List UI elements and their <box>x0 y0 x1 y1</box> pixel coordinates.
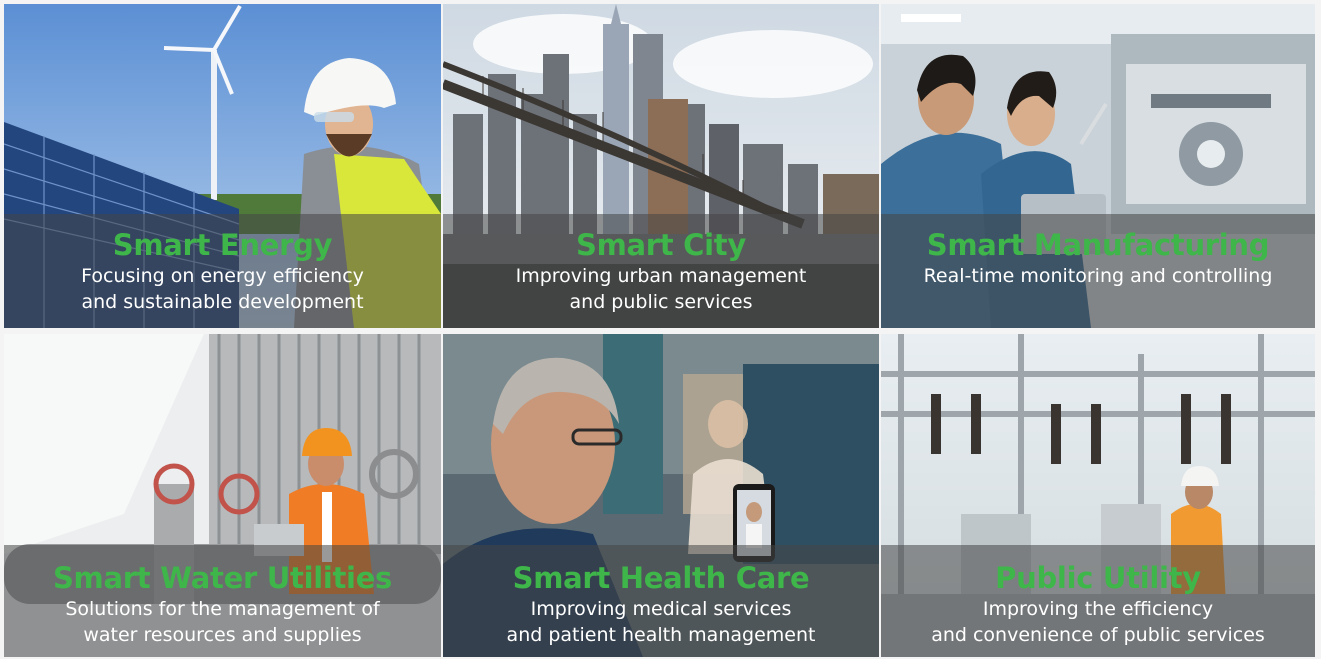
card-public-utility[interactable]: Public Utility Improving the efficiency … <box>881 334 1315 657</box>
card-smart-water-utilities[interactable]: Smart Water Utilities Solutions for the … <box>4 334 441 657</box>
caption-public-utility: Public Utility Improving the efficiency … <box>881 545 1315 657</box>
card-description-line: and public services <box>569 291 753 313</box>
card-title: Smart Water Utilities <box>52 561 393 595</box>
card-description-line: water resources and supplies <box>83 624 362 646</box>
card-description-line: and convenience of public services <box>931 624 1265 646</box>
card-description-line: Improving medical services <box>530 598 792 620</box>
caption-smart-health-care: Smart Health Care Improving medical serv… <box>443 545 879 657</box>
card-description-line: and sustainable development <box>81 291 364 313</box>
card-smart-manufacturing[interactable]: Smart Manufacturing Real-time monitoring… <box>881 4 1315 328</box>
card-description-line: and patient health management <box>506 624 816 646</box>
card-title: Smart Energy <box>112 228 333 262</box>
caption-smart-water-utilities: Smart Water Utilities Solutions for the … <box>4 545 441 657</box>
card-description-line: Focusing on energy efficiency <box>81 265 364 287</box>
card-title: Smart City <box>576 228 746 262</box>
card-title: Smart Manufacturing <box>926 228 1270 262</box>
card-description-line: Improving the efficiency <box>982 598 1214 620</box>
card-smart-city[interactable]: Smart City Improving urban management an… <box>443 4 879 328</box>
card-description: Real-time monitoring and controlling <box>881 263 1315 289</box>
caption-smart-city: Smart City Improving urban management an… <box>443 214 879 328</box>
card-title: Public Utility <box>995 561 1201 595</box>
caption-smart-energy: Smart Energy Focusing on energy efficien… <box>4 214 441 328</box>
card-description-line: Improving urban management <box>515 265 807 287</box>
card-description: Improving medical services and patient h… <box>443 596 879 648</box>
solutions-grid: Smart Energy Focusing on energy efficien… <box>4 4 1317 657</box>
card-smart-energy[interactable]: Smart Energy Focusing on energy efficien… <box>4 4 441 328</box>
card-smart-health-care[interactable]: Smart Health Care Improving medical serv… <box>443 334 879 657</box>
card-description-line: Solutions for the management of <box>65 598 380 620</box>
caption-smart-manufacturing: Smart Manufacturing Real-time monitoring… <box>881 214 1315 328</box>
card-description-line: Real-time monitoring and controlling <box>923 265 1273 287</box>
card-description: Solutions for the management of water re… <box>4 596 441 648</box>
card-description: Improving urban management and public se… <box>443 263 879 315</box>
card-title: Smart Health Care <box>512 561 810 595</box>
card-description: Focusing on energy efficiency and sustai… <box>4 263 441 315</box>
card-description: Improving the efficiency and convenience… <box>881 596 1315 648</box>
